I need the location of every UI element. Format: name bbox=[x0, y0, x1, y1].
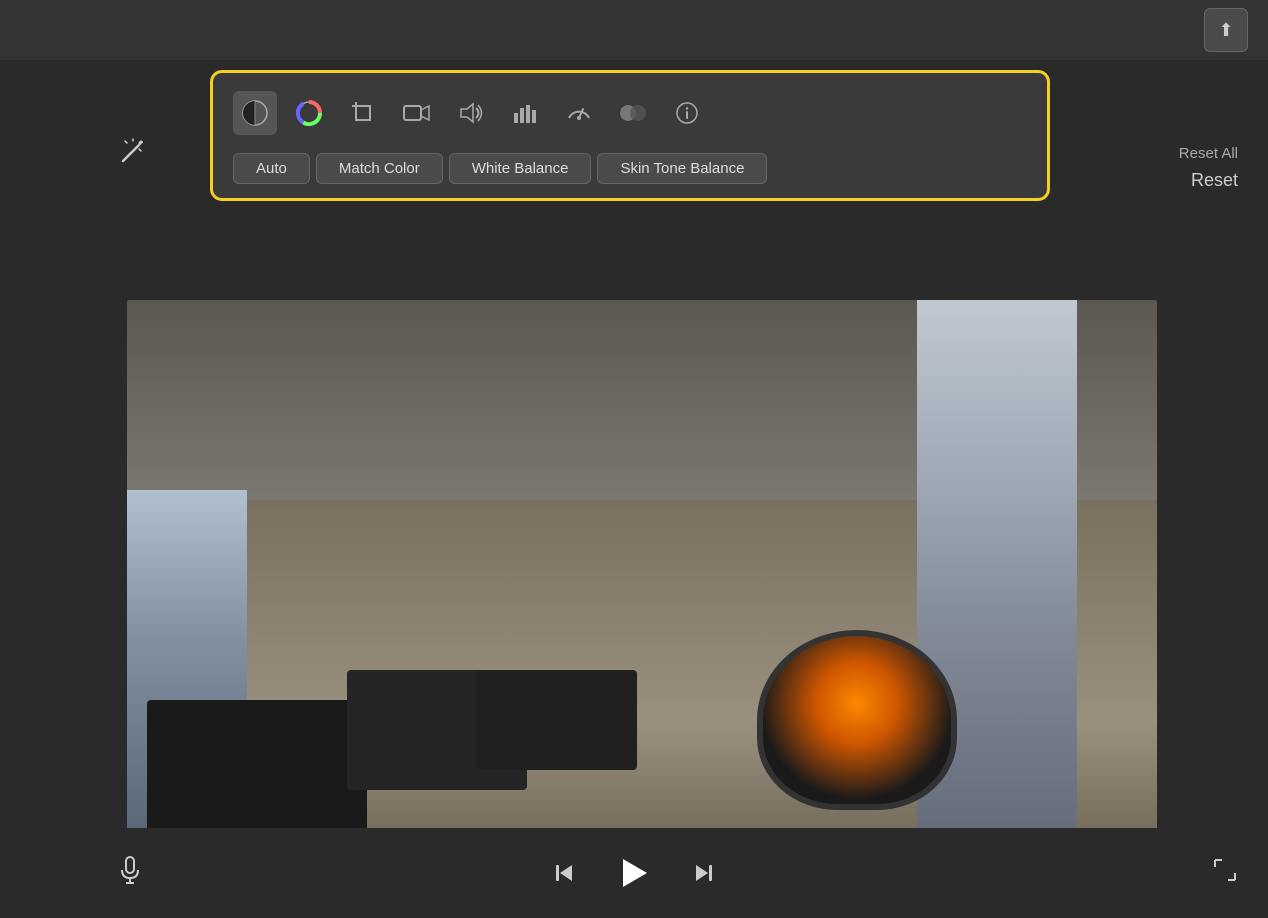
playback-bar bbox=[0, 828, 1268, 918]
icon-row bbox=[233, 87, 1027, 139]
skin-tone-balance-tab[interactable]: Skin Tone Balance bbox=[597, 153, 767, 184]
color-correction-icon[interactable] bbox=[233, 91, 277, 135]
expand-button[interactable] bbox=[1212, 857, 1238, 889]
video-camera-icon[interactable] bbox=[395, 91, 439, 135]
color-wheels-icon[interactable] bbox=[287, 91, 331, 135]
video-frame bbox=[127, 300, 1157, 870]
histogram-icon[interactable] bbox=[503, 91, 547, 135]
video-player bbox=[127, 300, 1157, 870]
sub-tabs: Auto Match Color White Balance Skin Tone… bbox=[233, 153, 1027, 184]
crop-icon[interactable] bbox=[341, 91, 385, 135]
magic-wand-button[interactable] bbox=[120, 138, 146, 170]
reset-all-button[interactable]: Reset All bbox=[1179, 145, 1238, 162]
reset-button[interactable]: Reset bbox=[1191, 170, 1238, 191]
crucible-furnace bbox=[757, 630, 957, 810]
top-bar: ⬆ bbox=[0, 0, 1268, 60]
share-icon: ⬆ bbox=[1218, 20, 1233, 41]
microphone-button[interactable] bbox=[120, 856, 140, 891]
share-button[interactable]: ⬆ bbox=[1204, 8, 1248, 52]
white-balance-tab[interactable]: White Balance bbox=[449, 153, 592, 184]
machinery-box-3 bbox=[477, 670, 637, 770]
auto-tab[interactable]: Auto bbox=[233, 153, 310, 184]
toolbar-panel: Auto Match Color White Balance Skin Tone… bbox=[210, 70, 1050, 201]
reset-buttons-area: Reset All Reset bbox=[1179, 145, 1238, 191]
play-button[interactable] bbox=[612, 851, 656, 895]
audio-icon[interactable] bbox=[449, 91, 493, 135]
toolbar-area: Auto Match Color White Balance Skin Tone… bbox=[210, 70, 1050, 201]
match-color-tab[interactable]: Match Color bbox=[316, 153, 443, 184]
skip-back-button[interactable] bbox=[546, 855, 582, 891]
skip-forward-button[interactable] bbox=[686, 855, 722, 891]
main-content: Auto Match Color White Balance Skin Tone… bbox=[0, 60, 1268, 828]
playback-controls bbox=[546, 851, 722, 895]
blending-icon[interactable] bbox=[611, 91, 655, 135]
speedometer-icon[interactable] bbox=[557, 91, 601, 135]
info-icon[interactable] bbox=[665, 91, 709, 135]
worker-right-figure bbox=[917, 300, 1077, 870]
